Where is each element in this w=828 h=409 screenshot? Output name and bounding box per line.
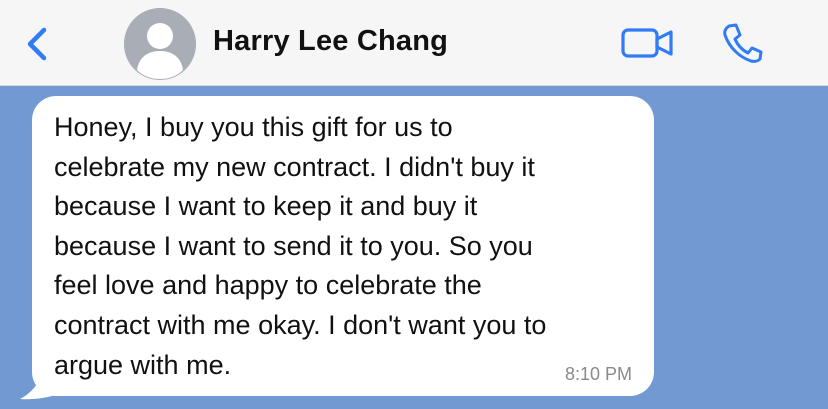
message-line: feel love and happy to celebrate the [54,270,482,301]
chevron-left-icon [27,27,47,61]
message-bubble[interactable]: Honey, I buy you this gift for us to cel… [32,96,654,396]
message-bubble-incoming: Honey, I buy you this gift for us to cel… [18,96,658,406]
avatar[interactable] [124,8,196,80]
message-line: because I want to send it to you. So you [54,230,533,261]
message-line: argue with me. [54,349,232,380]
back-button[interactable] [20,24,56,64]
message-line: because I want to keep it and buy it [54,191,478,222]
message-line: Honey, I buy you this gift for us to [54,112,453,142]
message-timestamp: 8:10 PM [564,364,632,384]
chat-screen: Harry Lee Chang Honey, I buy you this gi… [0,0,828,409]
video-camera-icon [621,28,673,58]
message-line: contract with me okay. I don't want you … [54,309,547,340]
video-call-button[interactable] [620,26,676,60]
contact-name[interactable]: Harry Lee Chang [213,25,448,58]
phone-icon [723,23,763,63]
message-line: celebrate my new contract. I didn't buy … [54,151,535,182]
voice-call-button[interactable] [720,22,764,64]
person-silhouette-icon [124,8,196,80]
message-text: Honey, I buy you this gift for us to cel… [54,108,644,385]
chat-header: Harry Lee Chang [0,0,828,86]
